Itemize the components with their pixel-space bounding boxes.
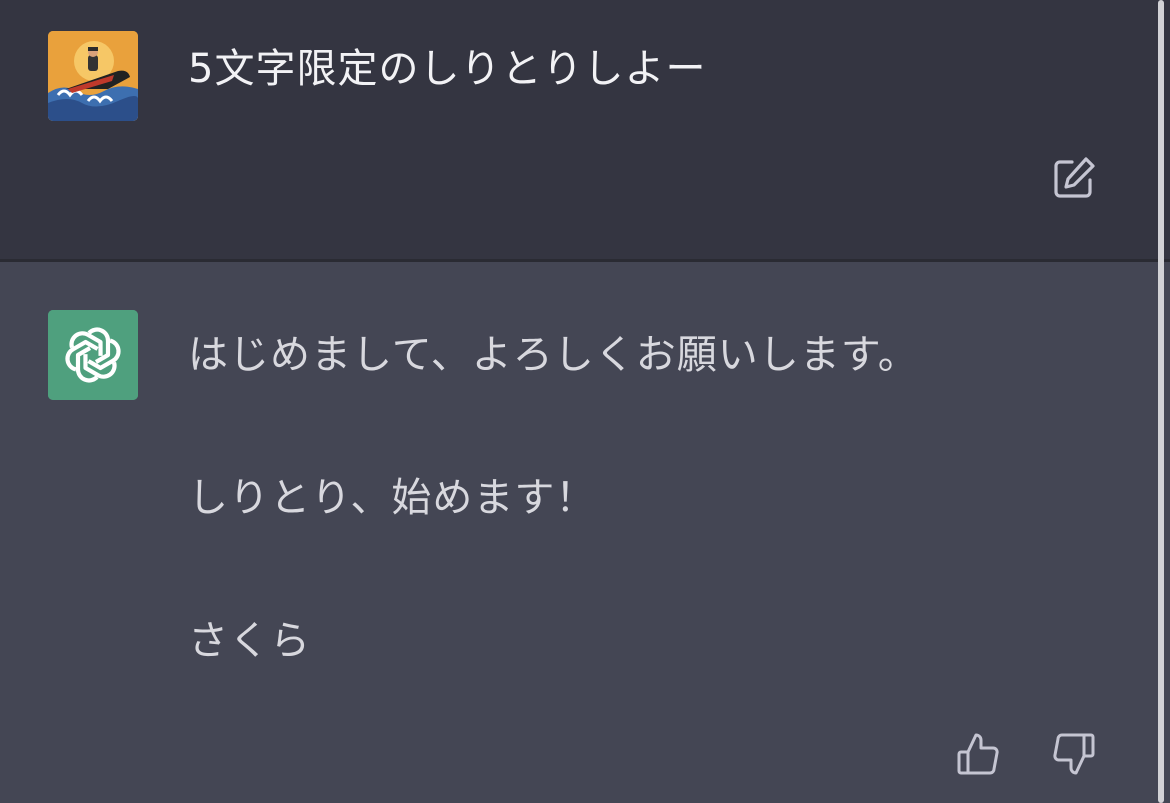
openai-logo-icon bbox=[48, 310, 138, 400]
edit-message-button[interactable] bbox=[1050, 154, 1098, 202]
user-avatar bbox=[48, 31, 138, 121]
thumbs-up-icon bbox=[957, 733, 999, 775]
chat-view: 5文字限定のしりとりしよー はじめまして、よろしくお願いします。 しりとり、始め… bbox=[0, 0, 1170, 803]
user-message: 5文字限定のしりとりしよー bbox=[0, 0, 1170, 259]
assistant-paragraph: はじめまして、よろしくお願いします。 bbox=[188, 332, 919, 378]
assistant-paragraph: しりとり、始めます！ bbox=[188, 475, 597, 521]
scrollbar[interactable] bbox=[1158, 0, 1164, 803]
assistant-avatar bbox=[48, 310, 138, 400]
thumbs-up-button[interactable] bbox=[954, 730, 1002, 778]
edit-icon bbox=[1054, 157, 1095, 198]
thumbs-down-button[interactable] bbox=[1050, 730, 1098, 778]
thumbs-down-icon bbox=[1053, 733, 1095, 775]
assistant-paragraph: さくら bbox=[188, 618, 311, 664]
user-message-text: 5文字限定のしりとりしよー bbox=[188, 46, 707, 92]
jetski-rider-avatar-icon bbox=[48, 31, 138, 121]
